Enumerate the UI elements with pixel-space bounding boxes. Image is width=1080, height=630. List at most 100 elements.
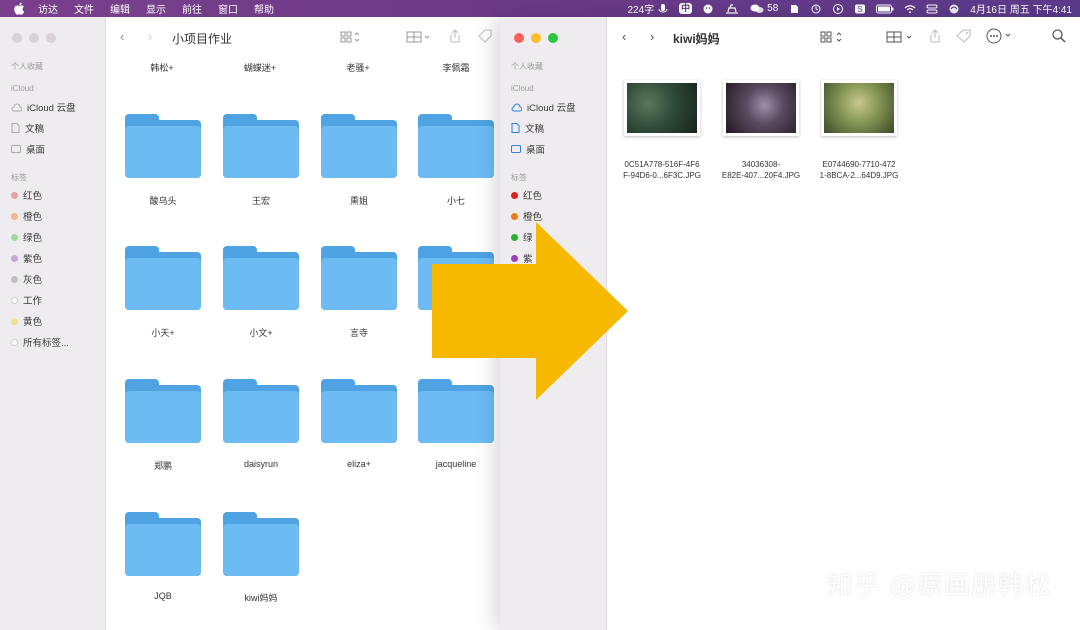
folder-label[interactable]: eliza+ [309, 459, 409, 469]
sidebar-item-desktop[interactable]: 桌面 [511, 142, 545, 156]
menu-finder[interactable]: 访达 [38, 1, 58, 16]
sidebar-tag-green[interactable]: 绿色 [11, 230, 42, 244]
back-chevron-icon[interactable]: ‹ [120, 30, 124, 44]
apple-icon[interactable] [14, 2, 28, 16]
minimize-button[interactable] [29, 33, 39, 43]
tag-icon[interactable] [478, 29, 492, 43]
sidebar-tag-purple[interactable]: 紫色 [11, 251, 42, 265]
menu-edit[interactable]: 编辑 [110, 1, 130, 16]
sidebar-tag-orange[interactable]: 橙色 [511, 209, 542, 223]
image-thumbnail[interactable] [821, 80, 897, 136]
minimize-button[interactable] [531, 33, 541, 43]
folder-label[interactable]: 言寺 [309, 326, 409, 339]
folder-label[interactable]: 郑鹏 [113, 459, 213, 472]
back-chevron-icon[interactable]: ‹ [622, 30, 626, 44]
control-center-icon[interactable] [926, 4, 938, 14]
image-thumbnail[interactable] [723, 80, 799, 136]
sidebar-tag-red[interactable]: 红色 [511, 188, 542, 202]
sidebar-item-icloud-drive[interactable]: iCloud 云盘 [11, 100, 76, 114]
menu-go[interactable]: 前往 [182, 1, 202, 16]
folder-label[interactable]: jacqueline [406, 459, 506, 469]
share-icon[interactable] [448, 29, 462, 43]
image-thumbnail[interactable] [624, 80, 700, 136]
folder-label[interactable]: daisyrun [211, 459, 311, 469]
folder-icon[interactable] [418, 114, 494, 178]
sidebar-item-documents[interactable]: 文稿 [511, 121, 544, 135]
wechat-count: 58 [767, 3, 779, 14]
folder-label[interactable]: JQB [113, 591, 213, 601]
view-grid-icon[interactable] [820, 31, 846, 43]
search-icon[interactable] [1052, 29, 1066, 43]
forward-chevron-icon[interactable]: › [148, 30, 152, 44]
sidebar-item-label: iCloud 云盘 [527, 103, 576, 114]
play-icon[interactable] [832, 3, 844, 14]
siri-icon[interactable] [948, 4, 960, 14]
group-by-icon[interactable] [406, 31, 434, 43]
folder-label[interactable]: 李佩霜 [442, 61, 469, 74]
sidebar-tag-gray[interactable]: 灰色 [11, 272, 42, 286]
face-icon[interactable] [702, 4, 714, 14]
folder-icon[interactable] [223, 512, 299, 576]
file-name[interactable]: 34036308- E82E-407...20F4.JPG [713, 159, 809, 181]
folder-icon[interactable] [125, 512, 201, 576]
folder-label[interactable]: 酸乌头 [113, 194, 213, 207]
forward-chevron-icon[interactable]: › [650, 30, 654, 44]
file-name[interactable]: 0C51A778-516F-4F6 F-94D6-0...6F3C.JPG [614, 159, 710, 181]
group-by-icon[interactable] [886, 31, 916, 43]
folder-label[interactable]: 熏姐 [309, 194, 409, 207]
sidebar-item-documents[interactable]: 文稿 [11, 121, 44, 135]
menu-window[interactable]: 窗口 [218, 1, 238, 16]
sync-icon[interactable] [810, 4, 822, 14]
folder-label[interactable]: 王宏 [211, 194, 311, 207]
zoom-button[interactable] [46, 33, 56, 43]
folder-icon[interactable] [125, 114, 201, 178]
folder-label[interactable]: 小文+ [211, 326, 311, 339]
wifi-icon[interactable] [904, 4, 916, 14]
view-grid-icon[interactable] [340, 31, 362, 43]
input-method-indicator[interactable]: 中 [679, 3, 693, 14]
folder-icon[interactable] [223, 114, 299, 178]
sidebar-tag-red[interactable]: 红色 [11, 188, 42, 202]
folder-icon[interactable] [321, 246, 397, 310]
app-s-icon[interactable]: S [854, 4, 866, 14]
rocking-horse-icon[interactable] [724, 3, 740, 14]
folder-icon[interactable] [125, 246, 201, 310]
folder-icon[interactable] [223, 246, 299, 310]
tag-dot-icon [11, 191, 18, 199]
wechat-status[interactable]: 58 [750, 3, 778, 14]
sidebar-tag-yellow[interactable]: 黄色 [11, 314, 42, 328]
close-button[interactable] [12, 33, 22, 43]
more-actions-icon[interactable] [986, 28, 1016, 44]
file-name-line: E0744690-7710-472 [822, 160, 896, 169]
evernote-icon[interactable] [788, 4, 800, 14]
sidebar-all-tags[interactable]: 所有标签... [11, 335, 69, 349]
file-name-line: 34036308- [741, 160, 781, 169]
sidebar-tag-orange[interactable]: 橙色 [11, 209, 42, 223]
close-button[interactable] [514, 33, 524, 43]
sidebar-item-desktop[interactable]: 桌面 [11, 142, 45, 156]
clock[interactable]: 4月16日 周五 下午4:41 [970, 1, 1072, 16]
folder-icon[interactable] [125, 379, 201, 443]
file-name[interactable]: E0744690-7710-472 1-8BCA-2...64D9.JPG [811, 159, 907, 181]
folder-label[interactable]: 韩松+ [150, 61, 173, 74]
folder-label[interactable]: 蝴蝶迷+ [244, 61, 276, 74]
folder-icon[interactable] [223, 379, 299, 443]
folder-icon[interactable] [321, 114, 397, 178]
menu-help[interactable]: 帮助 [254, 1, 274, 16]
folder-label[interactable]: 小七 [406, 194, 506, 207]
sidebar-item-icloud-drive[interactable]: iCloud 云盘 [511, 100, 576, 114]
traffic-lights-right [514, 33, 558, 43]
folder-icon[interactable] [321, 379, 397, 443]
zoom-button[interactable] [548, 33, 558, 43]
word-count-status[interactable]: 224字 [627, 1, 669, 16]
folder-label[interactable]: 老骚+ [346, 61, 369, 74]
sidebar-item-label: 所有标签... [23, 338, 69, 349]
share-icon[interactable] [928, 29, 942, 43]
tag-icon[interactable] [956, 29, 972, 43]
battery-icon[interactable] [876, 4, 894, 14]
menu-file[interactable]: 文件 [74, 1, 94, 16]
sidebar-tag-work[interactable]: 工作 [11, 293, 42, 307]
folder-label[interactable]: kiwi妈妈 [211, 591, 311, 604]
folder-label[interactable]: 小天+ [113, 326, 213, 339]
menu-view[interactable]: 显示 [146, 1, 166, 16]
